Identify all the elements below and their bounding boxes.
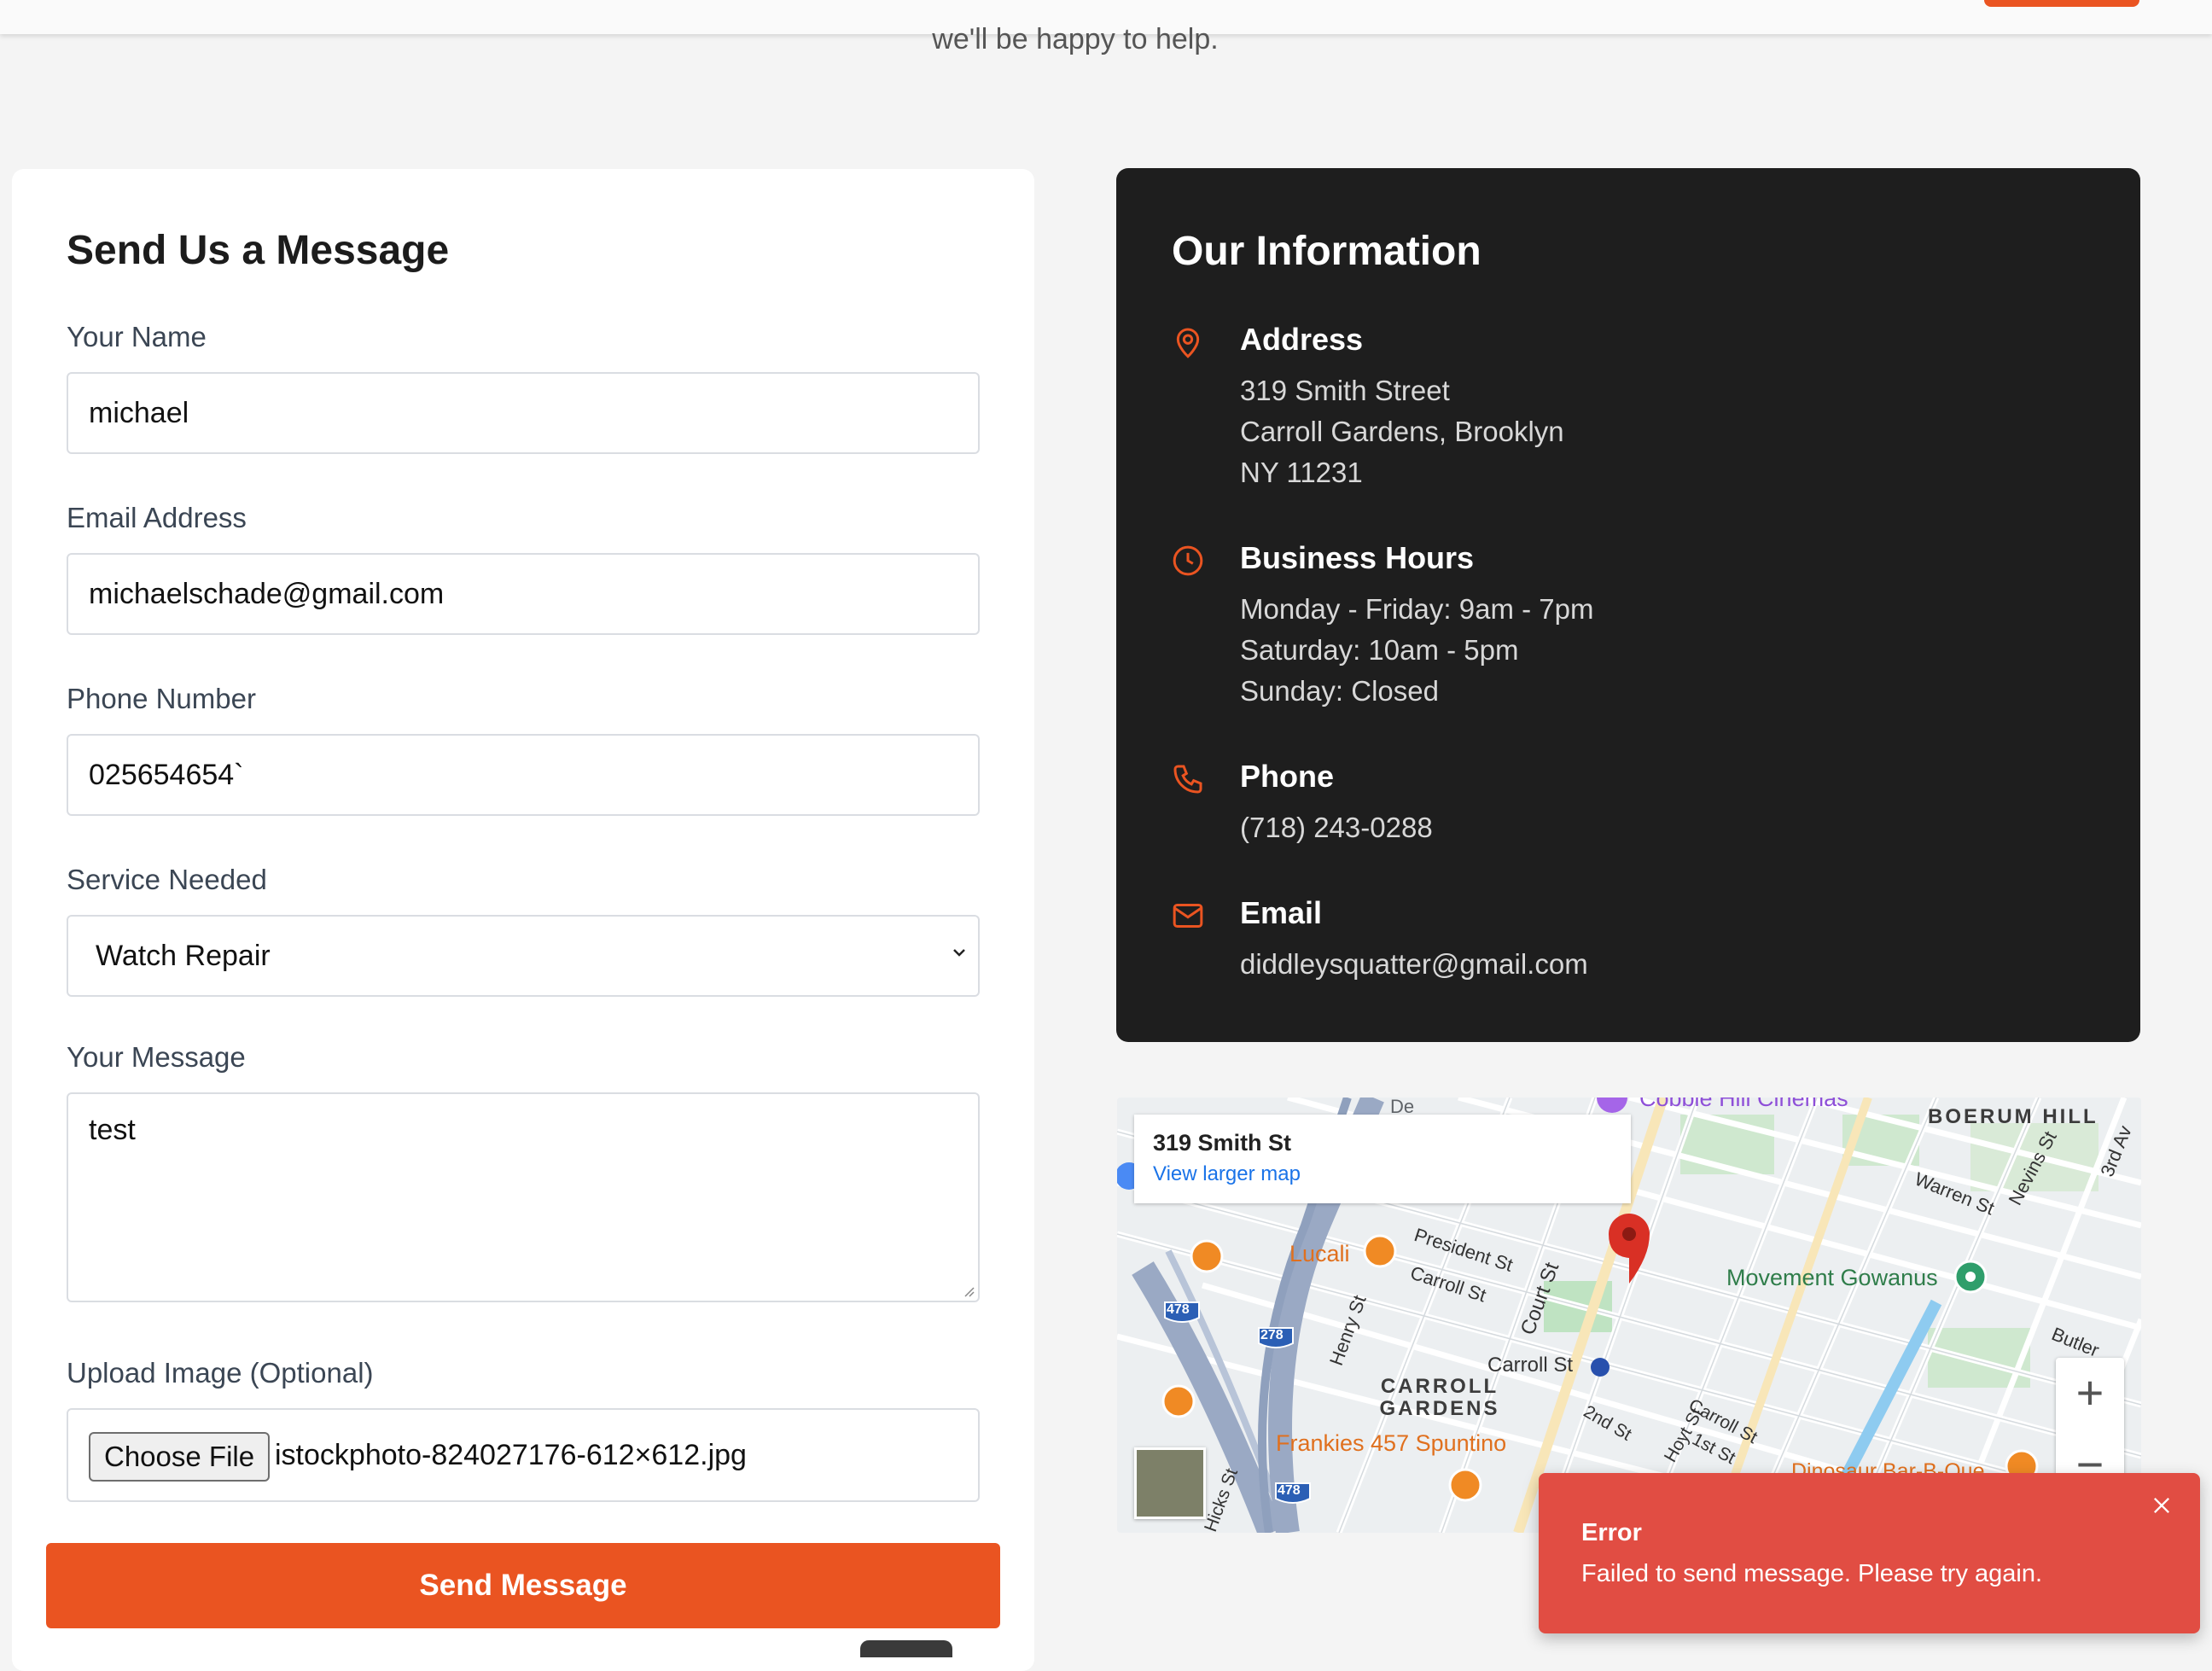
upload-field: Choose File istockphoto-824027176-612×61…: [67, 1408, 980, 1502]
map-label-boerum-hill: BOERUM HILL: [1928, 1105, 2098, 1128]
address-heading: Address: [1240, 322, 1364, 357]
address-line-3: NY 11231: [1240, 457, 1363, 488]
map-place-name: 319 Smith St: [1153, 1130, 1292, 1156]
name-input[interactable]: michael: [67, 372, 980, 454]
form-title: Send Us a Message: [67, 228, 450, 273]
hours-line-2: Saturday: 10am - 5pm: [1240, 634, 1519, 666]
map-label-frankies: Frankies 457 Spuntino: [1276, 1430, 1507, 1456]
error-toast: Error Failed to send message. Please try…: [1539, 1473, 2200, 1633]
map-label-carroll-gardens: CARROLL GARDENS: [1379, 1375, 1500, 1420]
scroll-thumb[interactable]: [860, 1640, 952, 1657]
map-label-lucali: Lucali: [1289, 1241, 1350, 1266]
service-label: Service Needed: [67, 864, 267, 895]
service-select[interactable]: Watch Repair: [67, 915, 980, 997]
address-line-1: 319 Smith Street: [1240, 375, 1450, 406]
hours-heading: Business Hours: [1240, 540, 1475, 575]
header-cta-button[interactable]: [1984, 0, 2139, 7]
send-message-button[interactable]: Send Message: [46, 1543, 1000, 1628]
phone-input[interactable]: 025654654`: [67, 734, 980, 816]
name-value: michael: [89, 397, 189, 429]
email-input[interactable]: michaelschade@gmail.com: [67, 553, 980, 635]
map-label-cinemas: Cobble Hill Cinemas: [1639, 1098, 1848, 1111]
close-icon[interactable]: [2150, 1493, 2174, 1517]
address-line-2: Carroll Gardens, Brooklyn: [1240, 416, 1564, 447]
phone-value: 025654654`: [89, 759, 244, 791]
message-textarea[interactable]: test: [67, 1092, 980, 1302]
info-card: Our Information Address 319 Smith Street…: [1116, 168, 2140, 1042]
satellite-toggle[interactable]: [1134, 1447, 1206, 1519]
map-pin-icon: [1176, 328, 1200, 358]
map-label-movement-gowanus: Movement Gowanus: [1726, 1265, 1938, 1290]
file-name: istockphoto-824027176-612×612.jpg: [275, 1439, 747, 1471]
phone-heading: Phone: [1240, 759, 1335, 794]
clock-icon: [1173, 545, 1203, 576]
name-label: Your Name: [67, 321, 207, 352]
phone-label: Phone Number: [67, 683, 256, 714]
highway-478-b: 478: [1278, 1483, 1301, 1498]
message-label: Your Message: [67, 1041, 246, 1073]
mail-icon: [1173, 904, 1203, 928]
map-info-box: 319 Smith St View larger map: [1134, 1115, 1631, 1203]
chevron-down-icon: [953, 949, 965, 957]
upload-label: Upload Image (Optional): [67, 1357, 374, 1389]
view-larger-map-link[interactable]: View larger map: [1153, 1162, 1301, 1186]
service-value: Watch Repair: [96, 940, 271, 972]
email-label: Email Address: [67, 502, 247, 533]
email-value: michaelschade@gmail.com: [89, 578, 445, 610]
hours-line-1: Monday - Friday: 9am - 7pm: [1240, 593, 1594, 625]
hours-line-3: Sunday: Closed: [1240, 675, 1439, 707]
contact-form-card: Send Us a Message Your Name michael Emai…: [12, 169, 1034, 1671]
phone-value[interactable]: (718) 243-0288: [1240, 812, 1433, 844]
info-title: Our Information: [1172, 229, 1481, 274]
zoom-in-button[interactable]: +: [2056, 1358, 2124, 1428]
highway-478-a: 478: [1167, 1302, 1190, 1317]
map-label-carroll-st-station: Carroll St: [1487, 1354, 1574, 1377]
resize-handle-icon[interactable]: [963, 1285, 975, 1297]
page-subtitle: we'll be happy to help.: [932, 23, 1219, 55]
choose-file-button[interactable]: Choose File: [89, 1432, 271, 1482]
toast-message: Failed to send message. Please try again…: [1581, 1560, 2043, 1587]
phone-icon: [1173, 765, 1202, 794]
email-heading: Email: [1240, 895, 1323, 930]
embedded-map[interactable]: Cobble Hill Cinemas De BOERUM HILL Warre…: [1117, 1098, 2141, 1533]
message-value: test: [89, 1114, 136, 1146]
toast-title: Error: [1581, 1519, 1642, 1546]
highway-278: 278: [1260, 1328, 1284, 1342]
email-value[interactable]: diddleysquatter@gmail.com: [1240, 948, 1588, 981]
